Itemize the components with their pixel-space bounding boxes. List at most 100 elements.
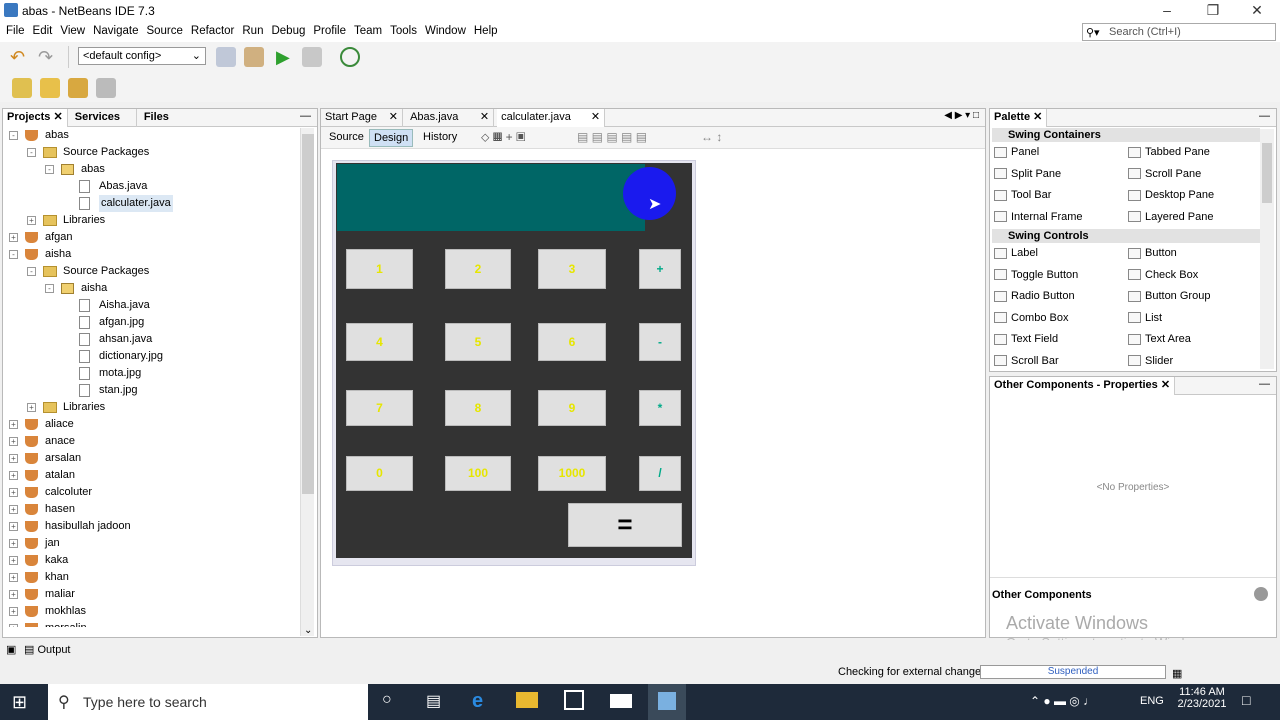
- tree-item[interactable]: + maliar: [3, 586, 299, 603]
- collapse-icon[interactable]: -: [9, 131, 18, 140]
- palette-item[interactable]: Layered Pane: [1128, 208, 1214, 226]
- tree-item[interactable]: + arsalan: [3, 450, 299, 467]
- menu-debug[interactable]: Debug: [267, 22, 309, 40]
- collapse-icon[interactable]: -: [27, 148, 36, 157]
- tab-properties[interactable]: Other Components - Properties ✕: [990, 377, 1176, 395]
- calc-button[interactable]: 100: [445, 456, 511, 491]
- tree-item[interactable]: + kaka: [3, 552, 299, 569]
- expand-icon[interactable]: +: [9, 454, 18, 463]
- menu-navigate[interactable]: Navigate: [89, 22, 142, 40]
- palette-item[interactable]: Desktop Pane: [1128, 186, 1214, 204]
- palette-item[interactable]: Check Box: [1128, 266, 1198, 284]
- tray-icons[interactable]: ⌃ ● ▬ ◎ ♩: [1030, 694, 1095, 708]
- expand-icon[interactable]: +: [9, 505, 18, 514]
- menu-view[interactable]: View: [56, 22, 89, 40]
- output-tab[interactable]: ▤ Output: [24, 643, 71, 656]
- tree-item[interactable]: - abas: [3, 127, 299, 144]
- clean-build-icon[interactable]: [244, 47, 264, 67]
- tree-item[interactable]: ahsan.java: [3, 331, 299, 348]
- projects-scrollbar[interactable]: ⌄: [300, 128, 314, 636]
- undo-icon[interactable]: ↶: [10, 47, 30, 67]
- expand-icon[interactable]: +: [9, 437, 18, 446]
- tab-abas-java[interactable]: Abas.java ✕: [406, 109, 495, 127]
- collapse-icon[interactable]: -: [9, 250, 18, 259]
- calc-button[interactable]: 2: [445, 249, 511, 289]
- close-icon[interactable]: ✕: [389, 109, 398, 126]
- gc-icon[interactable]: ▦: [1172, 667, 1182, 680]
- build-icon[interactable]: [216, 47, 236, 67]
- scroll-thumb[interactable]: [1262, 143, 1272, 203]
- calc-button[interactable]: 9: [538, 390, 606, 426]
- tree-item[interactable]: + atalan: [3, 467, 299, 484]
- tree-item[interactable]: - Source Packages: [3, 144, 299, 161]
- collapse-icon[interactable]: -: [45, 284, 54, 293]
- palette-scrollbar[interactable]: [1260, 129, 1274, 369]
- help-icon[interactable]: [1254, 587, 1268, 601]
- store-icon[interactable]: [564, 690, 584, 710]
- expand-icon[interactable]: +: [9, 624, 18, 627]
- scroll-down-icon[interactable]: ⌄: [304, 625, 312, 636]
- palette-item[interactable]: Tabbed Pane: [1128, 143, 1210, 161]
- cortana-icon[interactable]: ○: [382, 691, 392, 709]
- tree-item[interactable]: + khan: [3, 569, 299, 586]
- palette-item[interactable]: Button Group: [1128, 287, 1210, 305]
- tree-item[interactable]: dictionary.jpg: [3, 348, 299, 365]
- menu-edit[interactable]: Edit: [29, 22, 57, 40]
- menu-source[interactable]: Source: [142, 22, 186, 40]
- align-icons[interactable]: ▤ ▤ ▤ ▤ ▤: [577, 130, 647, 144]
- calc-button[interactable]: -: [639, 323, 681, 361]
- close-icon[interactable]: ✕: [591, 109, 600, 126]
- expand-icon[interactable]: +: [9, 556, 18, 565]
- palette-item[interactable]: Panel: [994, 143, 1039, 161]
- tree-item[interactable]: + afgan: [3, 229, 299, 246]
- minimize-button[interactable]: –: [1144, 0, 1190, 22]
- netbeans-task[interactable]: [648, 684, 686, 720]
- tree-item[interactable]: + mokhlas: [3, 603, 299, 620]
- menu-refactor[interactable]: Refactor: [187, 22, 238, 40]
- calc-button[interactable]: 1: [346, 249, 413, 289]
- expand-icon[interactable]: +: [9, 607, 18, 616]
- tree-item[interactable]: + morsalin: [3, 620, 299, 627]
- resize-icons[interactable]: ↔ ↕: [701, 130, 722, 144]
- tab-history[interactable]: History: [419, 129, 461, 147]
- expand-icon[interactable]: +: [9, 522, 18, 531]
- calc-button[interactable]: *: [639, 390, 681, 426]
- save-all-icon[interactable]: [96, 78, 116, 98]
- palette-item[interactable]: Tool Bar: [994, 186, 1051, 204]
- debug-icon[interactable]: [302, 47, 322, 67]
- calc-button[interactable]: 3: [538, 249, 606, 289]
- search-input[interactable]: Search (Ctrl+I): [1082, 23, 1276, 41]
- tab-files[interactable]: Files: [140, 109, 173, 127]
- notifications-icon[interactable]: □: [1242, 692, 1250, 708]
- tree-item[interactable]: + hasibullah jadoon: [3, 518, 299, 535]
- window-controls-icon[interactable]: ◀ ▶ ▾ □: [944, 110, 979, 121]
- file-explorer-icon[interactable]: [516, 692, 538, 708]
- tree-item[interactable]: - aisha: [3, 280, 299, 297]
- menu-help[interactable]: Help: [470, 22, 502, 40]
- collapse-icon[interactable]: -: [45, 165, 54, 174]
- tree-item[interactable]: + Libraries: [3, 399, 299, 416]
- restore-icon[interactable]: ▣: [6, 643, 16, 656]
- tree-item[interactable]: + aliace: [3, 416, 299, 433]
- expand-icon[interactable]: +: [9, 573, 18, 582]
- tree-item[interactable]: + Libraries: [3, 212, 299, 229]
- tab-services[interactable]: Services: [71, 109, 137, 127]
- selection-mode-icon[interactable]: ⬦ ▦ + ▣: [481, 130, 526, 145]
- palette-item[interactable]: List: [1128, 309, 1162, 327]
- redo-icon[interactable]: ↷: [38, 47, 58, 67]
- run-icon[interactable]: ▶: [276, 47, 290, 68]
- palette-item[interactable]: Text Field: [994, 330, 1058, 348]
- palette-item[interactable]: Combo Box: [994, 309, 1068, 327]
- palette-item[interactable]: Text Area: [1128, 330, 1191, 348]
- expand-icon[interactable]: +: [9, 590, 18, 599]
- new-project-icon[interactable]: [40, 78, 60, 98]
- scroll-thumb[interactable]: [302, 134, 314, 494]
- taskbar-search-input[interactable]: Type here to search: [48, 684, 368, 720]
- calc-button[interactable]: 0: [346, 456, 413, 491]
- tree-item[interactable]: stan.jpg: [3, 382, 299, 399]
- expand-icon[interactable]: +: [9, 471, 18, 480]
- tree-item[interactable]: afgan.jpg: [3, 314, 299, 331]
- palette-item[interactable]: Label: [994, 244, 1038, 262]
- menu-window[interactable]: Window: [421, 22, 470, 40]
- tab-design[interactable]: Design: [369, 129, 414, 147]
